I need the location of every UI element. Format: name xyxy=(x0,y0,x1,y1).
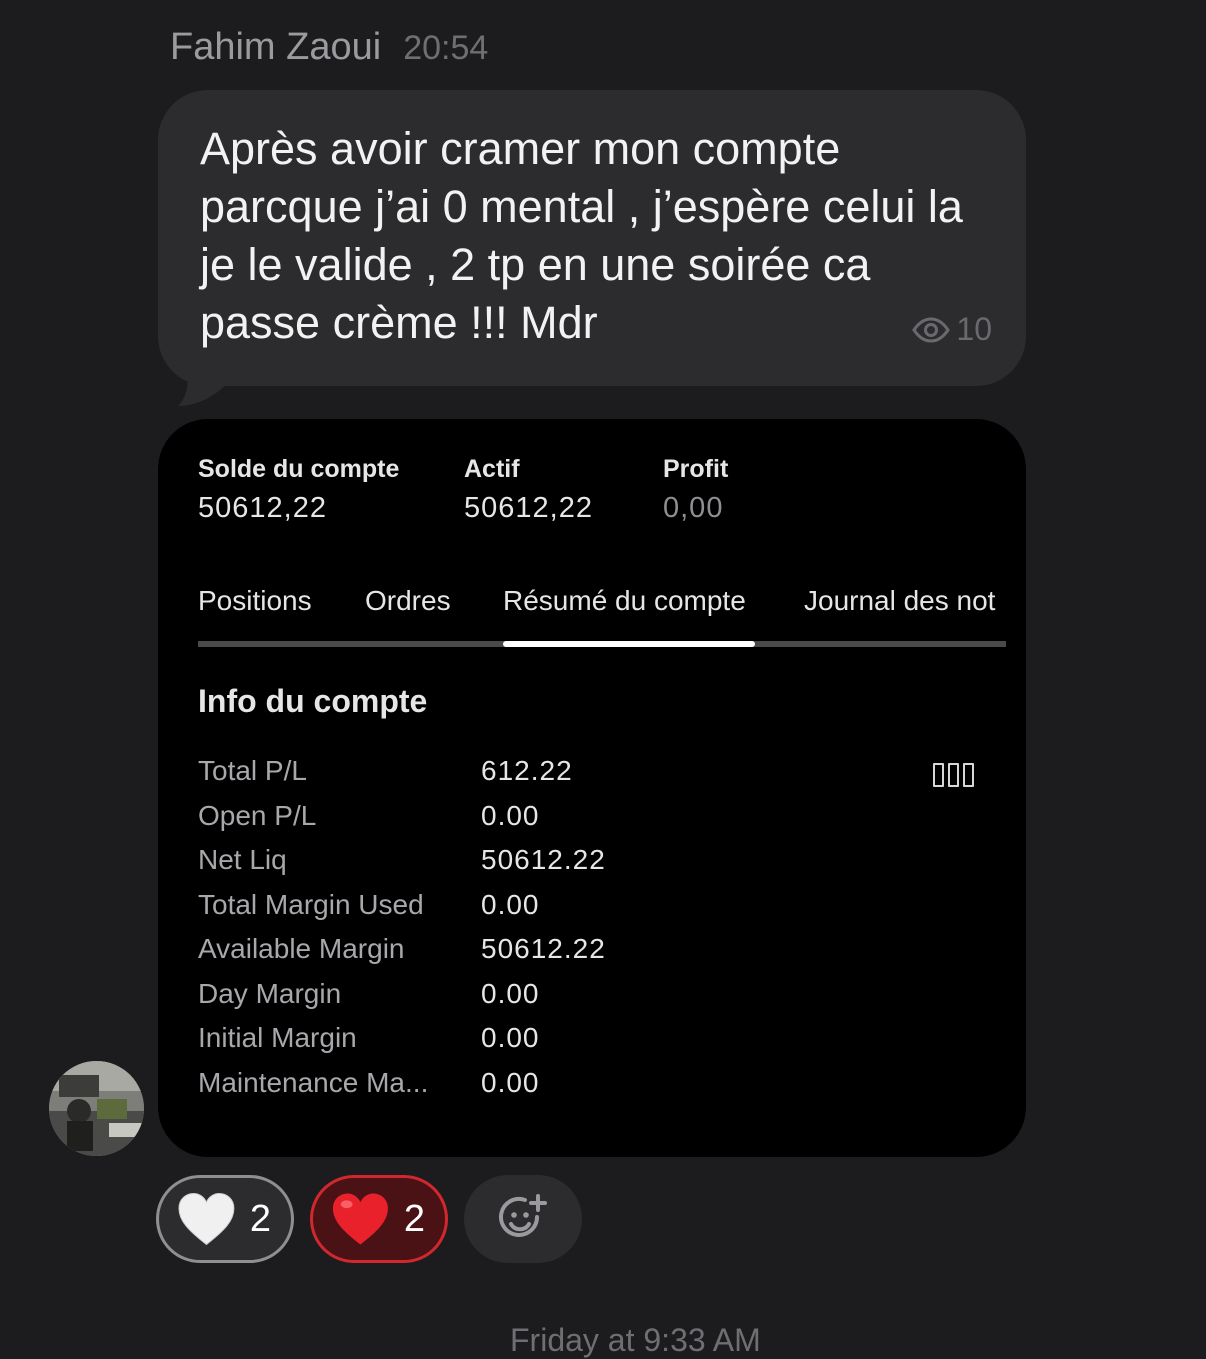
account-summary: Solde du compte 50612,22 Actif 50612,22 … xyxy=(198,455,728,525)
reaction-white-heart[interactable]: 2 xyxy=(156,1175,294,1263)
row-label: Available Margin xyxy=(198,933,405,965)
tab-orders[interactable]: Ordres xyxy=(365,585,503,641)
summary-value: 0,00 xyxy=(663,492,724,524)
row-value: 0.00 xyxy=(481,977,540,1009)
eye-icon xyxy=(912,316,951,343)
row-label: Total Margin Used xyxy=(198,888,424,920)
sender-name[interactable]: Fahim Zaoui xyxy=(170,26,381,69)
add-reaction-button[interactable] xyxy=(464,1175,582,1263)
avatar[interactable] xyxy=(49,1061,144,1156)
row-value: 0.00 xyxy=(481,888,540,920)
message-text: Après avoir cramer mon compte parcque j’… xyxy=(200,123,963,348)
reaction-count: 2 xyxy=(249,1197,271,1240)
reaction-count: 2 xyxy=(403,1197,425,1240)
tab-bar: Positions Ordres Résumé du compte Journa… xyxy=(198,585,1006,647)
row-label: Maintenance Ma... xyxy=(198,1066,429,1098)
reactions-bar: 2 2 xyxy=(156,1175,582,1263)
avatar-photo xyxy=(49,1061,144,1156)
summary-profit: Profit 0,00 xyxy=(663,455,728,525)
view-count: 10 xyxy=(912,311,992,348)
summary-value: 50612,22 xyxy=(464,492,593,524)
summary-label: Solde du compte xyxy=(198,455,400,483)
summary-balance: Solde du compte 50612,22 xyxy=(198,455,464,525)
tab-positions[interactable]: Positions xyxy=(198,585,365,641)
message-time: 20:54 xyxy=(403,29,489,67)
view-count-value: 10 xyxy=(956,311,992,347)
columns-icon[interactable] xyxy=(933,763,974,787)
reaction-red-heart[interactable]: 2 xyxy=(310,1175,448,1263)
table-row: Maintenance Ma... 0.00 xyxy=(198,1061,606,1106)
table-row: Day Margin 0.00 xyxy=(198,972,606,1017)
row-value: 0.00 xyxy=(481,799,540,831)
row-value: 50612.22 xyxy=(481,844,606,876)
white-heart-icon xyxy=(178,1193,235,1246)
summary-label: Actif xyxy=(464,455,520,483)
summary-value: 50612,22 xyxy=(198,492,327,524)
row-label: Total P/L xyxy=(198,755,307,787)
message-bubble[interactable]: Après avoir cramer mon compte parcque j’… xyxy=(158,90,1026,386)
account-screenshot[interactable]: Solde du compte 50612,22 Actif 50612,22 … xyxy=(158,419,1026,1157)
next-message-time: Friday at 9:33 AM xyxy=(510,1322,761,1358)
row-value: 50612.22 xyxy=(481,933,606,965)
table-row: Net Liq 50612.22 xyxy=(198,838,606,883)
row-label: Net Liq xyxy=(198,844,287,876)
table-row: Open P/L 0.00 xyxy=(198,794,606,839)
row-label: Open P/L xyxy=(198,799,317,831)
table-row: Total Margin Used 0.00 xyxy=(198,883,606,928)
red-heart-icon xyxy=(332,1193,388,1245)
summary-asset: Actif 50612,22 xyxy=(464,455,663,525)
row-label: Initial Margin xyxy=(198,1022,357,1054)
row-label: Day Margin xyxy=(198,977,342,1009)
add-reaction-icon xyxy=(499,1194,547,1237)
table-row: Available Margin 50612.22 xyxy=(198,927,606,972)
table-row: Total P/L 612.22 xyxy=(198,749,606,794)
row-value: 0.00 xyxy=(481,1022,540,1054)
table-row: Initial Margin 0.00 xyxy=(198,1016,606,1061)
tab-account-summary[interactable]: Résumé du compte xyxy=(503,585,755,647)
tab-journal[interactable]: Journal des not xyxy=(804,585,1006,641)
row-value: 0.00 xyxy=(481,1066,540,1098)
summary-label: Profit xyxy=(663,455,729,483)
row-value: 612.22 xyxy=(481,755,573,787)
account-info-table: Total P/L 612.22 Open P/L 0.00 Net Liq 5… xyxy=(198,749,606,1105)
message-header: Fahim Zaoui 20:54 xyxy=(170,26,488,69)
section-title: Info du compte xyxy=(198,683,428,719)
